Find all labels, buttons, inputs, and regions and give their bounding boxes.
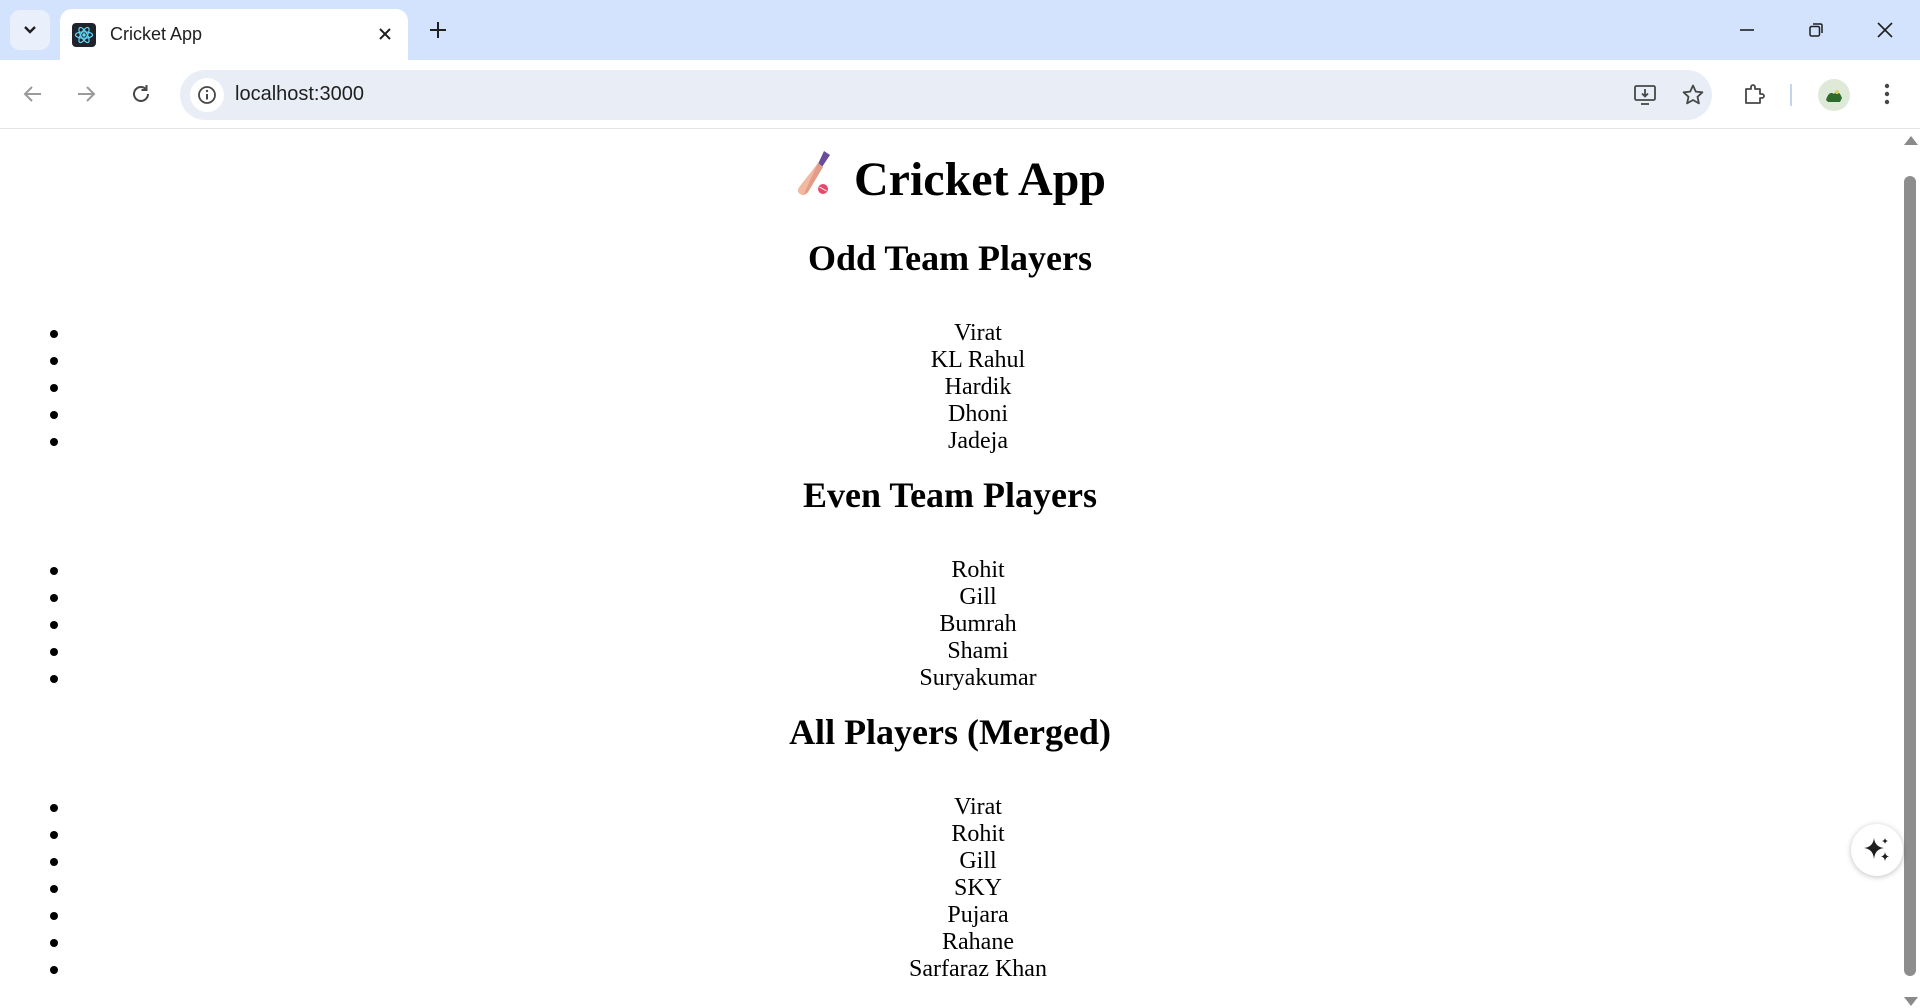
merged-players-list: Virat Rohit Gill SKY Pujara Rahane Sarfa… (0, 794, 1900, 983)
list-item: Rohit (0, 821, 1900, 848)
list-item: Shami (0, 638, 1900, 665)
close-icon (1877, 22, 1893, 38)
avatar[interactable] (1818, 79, 1850, 111)
list-item: SKY (0, 875, 1900, 902)
list-item: Rohit (0, 557, 1900, 584)
list-item: Bumrah (0, 611, 1900, 638)
browser-menu-button[interactable] (1867, 74, 1907, 114)
scroll-thumb[interactable] (1904, 176, 1916, 976)
scroll-down-arrow[interactable] (1904, 997, 1918, 1006)
list-item: Dhoni (0, 401, 1900, 428)
restore-button[interactable] (1793, 10, 1839, 50)
puzzle-icon (1745, 84, 1765, 104)
chevron-down-icon (24, 26, 36, 34)
even-team-heading: Even Team Players (803, 475, 1097, 515)
odd-team-heading: Odd Team Players (807, 238, 1093, 278)
bookmark-button[interactable] (1676, 78, 1710, 112)
close-icon (379, 28, 391, 40)
ai-assist-button[interactable] (1851, 824, 1903, 876)
list-item: Rahane (0, 929, 1900, 956)
url-text[interactable]: localhost:3000 (235, 83, 364, 106)
kebab-menu-icon (1884, 83, 1890, 105)
forward-arrow-icon (78, 86, 96, 102)
list-item: Hardik (0, 374, 1900, 401)
toolbar-divider (1790, 84, 1792, 106)
react-icon (72, 22, 96, 47)
list-item: Pujara (0, 902, 1900, 929)
site-info-button[interactable] (190, 78, 224, 112)
sparkle-icon (1864, 838, 1889, 861)
minimize-button[interactable] (1724, 10, 1770, 50)
vertical-scrollbar[interactable] (1900, 130, 1920, 1008)
bat-icon (794, 149, 836, 210)
new-tab-button[interactable] (422, 14, 454, 46)
list-item: Suryakumar (0, 665, 1900, 692)
profile-icon (1826, 90, 1842, 102)
tab-close-button[interactable] (372, 21, 398, 47)
list-item: Virat (0, 320, 1900, 347)
info-icon (198, 86, 216, 104)
list-item: KL Rahul (0, 347, 1900, 374)
page-viewport: Cricket App Odd Team Players Virat KL Ra… (0, 130, 1900, 1008)
scroll-up-arrow[interactable] (1904, 136, 1918, 145)
restore-icon (1809, 23, 1823, 37)
list-item: Virat (0, 794, 1900, 821)
tab-strip: Cricket App (0, 0, 1920, 60)
star-icon (1682, 84, 1704, 105)
close-window-button[interactable] (1862, 10, 1908, 50)
browser-toolbar: localhost:3000 (0, 60, 1920, 129)
page-title: Cricket App (0, 149, 1900, 210)
browser-tab[interactable]: Cricket App (60, 9, 408, 60)
list-item: Gill (0, 848, 1900, 875)
back-button[interactable] (13, 74, 53, 114)
merged-players-heading: All Players (Merged) (789, 712, 1111, 752)
list-item: Jadeja (0, 428, 1900, 455)
list-item: Gill (0, 584, 1900, 611)
minimize-icon (1740, 29, 1754, 31)
list-item: Sarfaraz Khan (0, 956, 1900, 983)
back-arrow-icon (23, 86, 41, 102)
install-app-button[interactable] (1628, 78, 1662, 112)
odd-team-list: Virat KL Rahul Hardik Dhoni Jadeja (0, 320, 1900, 455)
extensions-button[interactable] (1734, 74, 1774, 114)
even-team-list: Rohit Gill Bumrah Shami Suryakumar (0, 557, 1900, 692)
reload-button[interactable] (121, 74, 161, 114)
reload-icon (133, 85, 149, 102)
plus-icon (430, 22, 446, 38)
forward-button[interactable] (66, 74, 106, 114)
page-title-text: Cricket App (854, 153, 1106, 206)
tab-title: Cricket App (110, 24, 203, 44)
install-app-icon (1634, 85, 1656, 105)
tab-search-button[interactable] (10, 10, 50, 50)
address-bar[interactable]: localhost:3000 (180, 70, 1712, 120)
